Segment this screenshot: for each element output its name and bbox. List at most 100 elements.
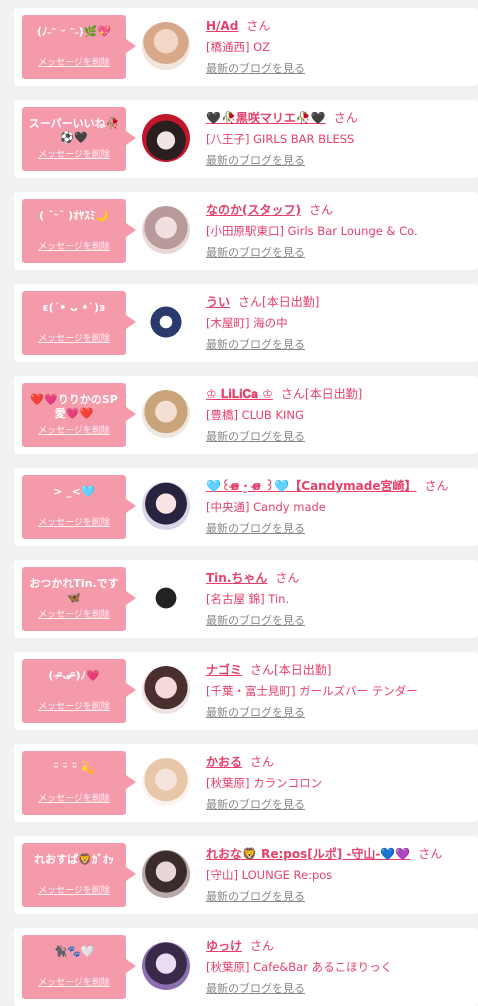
message-bubble: 🐈‍⬛🐾🤍 メッセージを削除: [22, 935, 136, 999]
delete-message-link[interactable]: メッセージを削除: [22, 147, 126, 160]
honorific: さん: [308, 203, 333, 217]
latest-blog-link[interactable]: 最新のブログを見る: [206, 154, 305, 168]
message-text: ❤️💗りりかのSP愛💗❤️: [30, 393, 118, 420]
avatar[interactable]: [142, 298, 190, 346]
name-line: 🩵꒰ɞ̴̶̷ ·̮ ɞ̴̶̷ ꒱🩵【Candymade宮崎】 さん: [206, 478, 474, 494]
list-item: スーパーいいね🥀⚽🖤 メッセージを削除 🖤🥀黒咲マリエ🥀🖤 さん [八王子] GI…: [14, 100, 478, 178]
avatar[interactable]: [142, 942, 190, 990]
name-line: なのか(スタッフ) さん: [206, 202, 474, 218]
name-line: ゆっけ さん: [206, 938, 474, 954]
shop-label: [豊橋] CLUB KING: [206, 408, 304, 422]
delete-message-link[interactable]: メッセージを削除: [22, 55, 126, 68]
delete-message-link[interactable]: メッセージを削除: [22, 515, 126, 528]
latest-blog-link[interactable]: 最新のブログを見る: [206, 982, 305, 996]
avatar[interactable]: [142, 758, 190, 806]
profile-name-link[interactable]: H/Ad: [206, 19, 238, 33]
profile-info: 🖤🥀黒咲マリエ🥀🖤 さん [八王子] GIRLS BAR BLESS 最新のブログ…: [206, 110, 474, 168]
message-list: (ﾉ˶ᵔ ᵕ ᵔ˶)🌿💖 メッセージを削除 H/Ad さん [橋通西] OZ 最新…: [0, 0, 478, 1006]
latest-blog-link[interactable]: 最新のブログを見る: [206, 798, 305, 812]
profile-name-link[interactable]: ♔ 𝐋𝐢𝐋𝐢𝐂𝐚 ♔: [206, 387, 273, 401]
latest-blog-link[interactable]: 最新のブログを見る: [206, 706, 305, 720]
list-item: (ﾉ˶ᵔ ᵕ ᵔ˶)🌿💖 メッセージを削除 H/Ad さん [橋通西] OZ 最新…: [14, 8, 478, 86]
latest-blog-link[interactable]: 最新のブログを見る: [206, 62, 305, 76]
message-text: ( ᵔ̴̶̷ᴗᵔ̴̶̷)ﾉ💗: [48, 669, 100, 682]
status-badge: [本日出勤]: [262, 295, 320, 309]
profile-info: ゆっけ さん [秋葉原] Cafe&Bar あるこほりっく 最新のブログを見る: [206, 938, 474, 996]
list-item: ε(´• ᴗ •`)з メッセージを削除 うい さん[本日出勤] [木屋町] 海の…: [14, 284, 478, 362]
shop-label: [秋葉原] Cafe&Bar あるこほりっく: [206, 960, 393, 974]
shop-label: [名古屋 錦] Tin.: [206, 592, 290, 606]
honorific: さん: [250, 755, 275, 769]
latest-blog-link[interactable]: 最新のブログを見る: [206, 246, 305, 260]
message-bubble: ( ˘ᵕ˘ )ｵﾔｽﾐ🌙 メッセージを削除: [22, 199, 136, 263]
message-text: おつかれTin.です🦋: [29, 577, 119, 604]
profile-info: Tin.ちゃん さん [名古屋 錦] Tin. 最新のブログを見る: [206, 570, 474, 628]
message-bubble: ( ᵔ̴̶̷ᴗᵔ̴̶̷)ﾉ💗 メッセージを削除: [22, 659, 136, 723]
name-line: 🖤🥀黒咲マリエ🥀🖤 さん: [206, 110, 474, 126]
message-text: ε(´• ᴗ •`)з: [42, 301, 106, 314]
latest-blog-link[interactable]: 最新のブログを見る: [206, 614, 305, 628]
shop-label: [小田原駅東口] Girls Bar Lounge & Co.: [206, 224, 418, 238]
honorific: さん: [424, 479, 449, 493]
profile-name-link[interactable]: かおる: [206, 755, 242, 769]
latest-blog-link[interactable]: 最新のブログを見る: [206, 430, 305, 444]
shop-label: [橋通西] OZ: [206, 40, 271, 54]
list-item: 🐈‍⬛🐾🤍 メッセージを削除 ゆっけ さん [秋葉原] Cafe&Bar あるこほ…: [14, 928, 478, 1006]
message-bubble: おつかれTin.です🦋 メッセージを削除: [22, 567, 136, 631]
profile-name-link[interactable]: Tin.ちゃん: [206, 571, 267, 585]
message-text: スーパーいいね🥀⚽🖤: [28, 117, 120, 144]
latest-blog-link[interactable]: 最新のブログを見る: [206, 522, 305, 536]
honorific: さん: [238, 295, 263, 309]
profile-name-link[interactable]: うい: [206, 295, 230, 309]
delete-message-link[interactable]: メッセージを削除: [22, 791, 126, 804]
list-item: ( ˘ᵕ˘ )ｵﾔｽﾐ🌙 メッセージを削除 なのか(スタッフ) さん [小田原駅東…: [14, 192, 478, 270]
name-line: うい さん[本日出勤]: [206, 294, 474, 310]
avatar[interactable]: [142, 574, 190, 622]
avatar[interactable]: [142, 206, 190, 254]
list-item: れおすぱ🦁ｶﾞｵｯ メッセージを削除 れおな🦁 Re:pos[ルポ] -守山-💙…: [14, 836, 478, 914]
list-item: ❤️💗りりかのSP愛💗❤️ メッセージを削除 ♔ 𝐋𝐢𝐋𝐢𝐂𝐚 ♔ さん[本日出勤…: [14, 376, 478, 454]
message-bubble: スーパーいいね🥀⚽🖤 メッセージを削除: [22, 107, 136, 171]
profile-name-link[interactable]: ナゴミ: [206, 663, 242, 677]
message-text: (ﾉ˶ᵔ ᵕ ᵔ˶)🌿💖: [36, 25, 112, 38]
shop-label: [中央通] Candy made: [206, 500, 326, 514]
avatar[interactable]: [142, 666, 190, 714]
message-text: > _<🩵: [53, 485, 95, 498]
delete-message-link[interactable]: メッセージを削除: [22, 883, 126, 896]
message-bubble: ❤️💗りりかのSP愛💗❤️ メッセージを削除: [22, 383, 136, 447]
profile-info: ♔ 𝐋𝐢𝐋𝐢𝐂𝐚 ♔ さん[本日出勤] [豊橋] CLUB KING 最新のブログ…: [206, 386, 474, 444]
profile-name-link[interactable]: れおな🦁 Re:pos[ルポ] -守山-💙💜: [206, 847, 410, 861]
delete-message-link[interactable]: メッセージを削除: [22, 607, 126, 620]
honorific: さん: [275, 571, 300, 585]
profile-info: ナゴミ さん[本日出勤] [千葉・富士見町] ガールズバー テンダー 最新のブログ…: [206, 662, 474, 720]
message-bubble: (ﾉ˶ᵔ ᵕ ᵔ˶)🌿💖 メッセージを削除: [22, 15, 136, 79]
honorific: さん: [418, 847, 443, 861]
delete-message-link[interactable]: メッセージを削除: [22, 331, 126, 344]
avatar[interactable]: [142, 22, 190, 70]
shop-label: [秋葉原] カランコロン: [206, 776, 323, 790]
list-item: > _<🩵 メッセージを削除 🩵꒰ɞ̴̶̷ ·̮ ɞ̴̶̷ ꒱🩵【Candyma…: [14, 468, 478, 546]
latest-blog-link[interactable]: 最新のブログを見る: [206, 338, 305, 352]
shop-label: [千葉・富士見町] ガールズバー テンダー: [206, 684, 418, 698]
avatar[interactable]: [142, 482, 190, 530]
avatar[interactable]: [142, 850, 190, 898]
profile-name-link[interactable]: 🩵꒰ɞ̴̶̷ ·̮ ɞ̴̶̷ ꒱🩵【Candymade宮崎】: [206, 479, 416, 493]
message-text: ( ˘ᵕ˘ )ｵﾔｽﾐ🌙: [39, 209, 109, 222]
shop-label: [八王子] GIRLS BAR BLESS: [206, 132, 355, 146]
status-badge: [本日出勤]: [304, 387, 363, 401]
avatar[interactable]: [142, 114, 190, 162]
avatar[interactable]: [142, 390, 190, 438]
delete-message-link[interactable]: メッセージを削除: [22, 239, 126, 252]
name-line: H/Ad さん: [206, 18, 474, 34]
profile-name-link[interactable]: なのか(スタッフ): [206, 203, 301, 217]
delete-message-link[interactable]: メッセージを削除: [22, 423, 126, 436]
delete-message-link[interactable]: メッセージを削除: [22, 699, 126, 712]
message-text: れおすぱ🦁ｶﾞｵｯ: [34, 853, 114, 866]
latest-blog-link[interactable]: 最新のブログを見る: [206, 890, 305, 904]
profile-name-link[interactable]: ゆっけ: [206, 939, 242, 953]
message-bubble: > _<🩵 メッセージを削除: [22, 475, 136, 539]
shop-label: [守山] LOUNGE Re:pos: [206, 868, 333, 882]
profile-name-link[interactable]: 🖤🥀黒咲マリエ🥀🖤: [206, 111, 326, 125]
name-line: れおな🦁 Re:pos[ルポ] -守山-💙💜 さん: [206, 846, 474, 862]
delete-message-link[interactable]: メッセージを削除: [22, 975, 126, 988]
